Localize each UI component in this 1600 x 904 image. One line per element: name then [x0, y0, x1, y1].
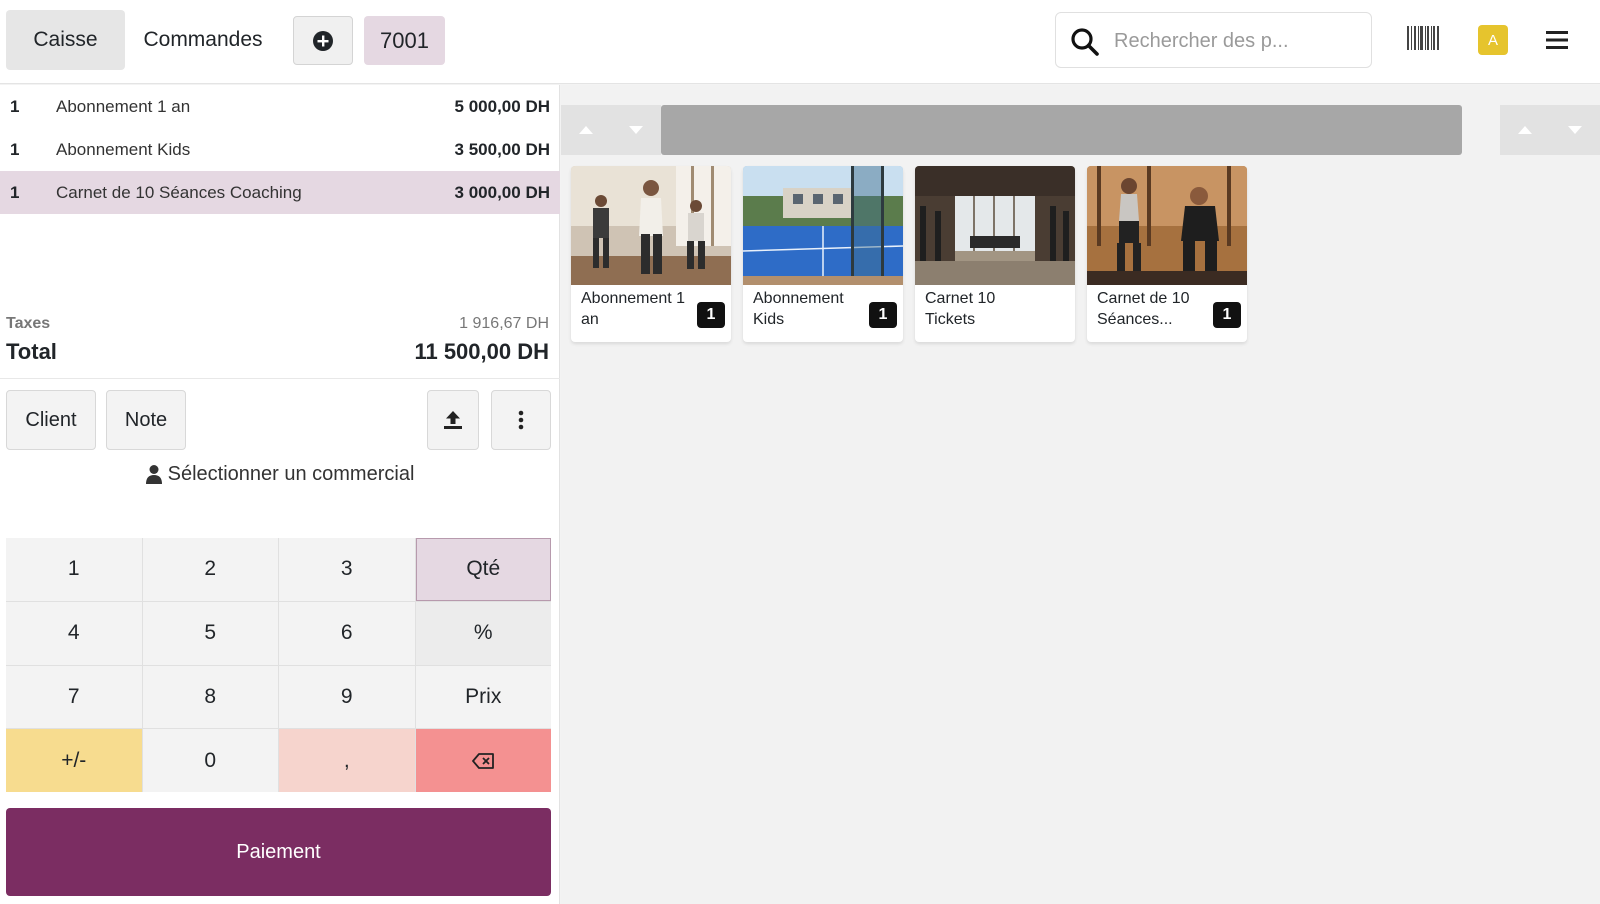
numpad: 1 2 3 Qté 4 5 6 % 7 8 9 Prix +/- 0 , [6, 538, 551, 792]
top-navbar: Caisse Commandes 7001 A [0, 0, 1600, 84]
product-image [743, 166, 903, 285]
numpad-mode-price[interactable]: Prix [415, 665, 551, 729]
product-panel: Abonnement 1 an 1 Abonnement Kids 1 Carn… [561, 85, 1600, 904]
salesman-label: Sélectionner un commercial [167, 462, 415, 485]
upload-icon [444, 411, 462, 429]
numpad-key-9[interactable]: 9 [279, 665, 415, 729]
search-icon [1071, 28, 1099, 56]
backspace-icon [472, 752, 495, 769]
scroll-up-button-right[interactable] [1500, 105, 1550, 155]
taxes-value: 1 916,67 DH [459, 315, 549, 332]
more-actions-button[interactable] [491, 390, 551, 450]
product-name: Carnet 10 Tickets [925, 290, 996, 328]
order-line-name: Abonnement 1 an [56, 96, 191, 116]
scroll-down-button-right[interactable] [1550, 105, 1600, 155]
caret-up-icon [1518, 126, 1532, 134]
product-name: Abonnement Kids [753, 290, 844, 328]
caret-down-icon [1568, 126, 1582, 134]
numpad-key-3[interactable]: 3 [279, 538, 415, 601]
order-line[interactable]: 1 Abonnement Kids 3 500,00 DH [0, 128, 560, 171]
user-avatar[interactable]: A [1478, 25, 1508, 55]
order-line-qty: 1 [10, 139, 20, 159]
numpad-key-2[interactable]: 2 [142, 538, 278, 601]
order-line-price: 3 500,00 DH [454, 139, 550, 159]
product-qty-badge: 1 [697, 302, 725, 328]
order-line-price: 5 000,00 DH [454, 96, 550, 116]
numpad-key-7[interactable]: 7 [6, 665, 142, 729]
product-qty-badge: 1 [1213, 302, 1241, 328]
hamburger-menu-icon[interactable] [1546, 30, 1568, 50]
caret-up-icon [579, 126, 593, 134]
note-button[interactable]: Note [106, 390, 186, 450]
product-card[interactable]: Carnet 10 Tickets [915, 166, 1075, 342]
product-search-box[interactable] [1055, 12, 1372, 68]
order-line-name: Abonnement Kids [56, 139, 191, 159]
category-scroll-bar [561, 105, 1600, 155]
order-line-name: Carnet de 10 Séances Coaching [56, 182, 302, 202]
total-label: Total [6, 339, 57, 364]
product-image [1087, 166, 1247, 285]
plus-circle-icon [313, 30, 333, 51]
select-salesman-button[interactable]: Sélectionner un commercial [0, 459, 560, 489]
product-image [571, 166, 731, 285]
product-name: Abonnement 1 an [581, 290, 686, 328]
new-order-button[interactable] [293, 16, 353, 65]
numpad-key-6[interactable]: 6 [279, 601, 415, 665]
product-image [915, 166, 1075, 285]
scroll-up-button[interactable] [561, 105, 611, 155]
caret-down-icon [629, 126, 643, 134]
product-card[interactable]: Abonnement 1 an 1 [571, 166, 731, 342]
numpad-key-8[interactable]: 8 [142, 665, 278, 729]
scroll-down-button[interactable] [611, 105, 661, 155]
product-name: Carnet de 10 Séances... [1097, 290, 1190, 328]
numpad-key-5[interactable]: 5 [142, 601, 278, 665]
numpad-key-4[interactable]: 4 [6, 601, 142, 665]
numpad-key-0[interactable]: 0 [142, 729, 278, 792]
order-panel: 1 Abonnement 1 an 5 000,00 DH 1 Abonneme… [0, 85, 560, 904]
taxes-label: Taxes [6, 315, 51, 332]
payment-button[interactable]: Paiement [6, 808, 551, 896]
order-line-qty: 1 [10, 96, 20, 116]
category-scrollbar[interactable] [661, 105, 1462, 155]
divider [0, 378, 560, 379]
upload-button[interactable] [427, 390, 479, 450]
vertical-dots-icon [518, 410, 524, 430]
product-qty-badge: 1 [869, 302, 897, 328]
order-line-price: 3 000,00 DH [454, 182, 550, 202]
numpad-key-comma[interactable]: , [279, 729, 415, 792]
order-line[interactable]: 1 Abonnement 1 an 5 000,00 DH [0, 85, 560, 128]
product-card[interactable]: Abonnement Kids 1 [743, 166, 903, 342]
current-order-tab[interactable]: 7001 [364, 16, 445, 65]
product-card[interactable]: Carnet de 10 Séances... 1 [1087, 166, 1247, 342]
user-icon [145, 465, 162, 484]
search-input[interactable] [1114, 23, 1359, 59]
numpad-sign-toggle[interactable]: +/- [6, 729, 142, 792]
total-value: 11 500,00 DH [414, 339, 549, 364]
order-line-selected[interactable]: 1 Carnet de 10 Séances Coaching 3 000,00… [0, 171, 560, 214]
numpad-backspace[interactable] [415, 729, 551, 792]
tab-commandes[interactable]: Commandes [128, 10, 278, 70]
barcode-icon[interactable] [1407, 26, 1439, 50]
order-line-qty: 1 [10, 182, 20, 202]
client-button[interactable]: Client [6, 390, 96, 450]
numpad-mode-discount[interactable]: % [415, 601, 551, 665]
numpad-mode-quantity[interactable]: Qté [415, 538, 551, 601]
tab-caisse[interactable]: Caisse [6, 10, 125, 70]
numpad-key-1[interactable]: 1 [6, 538, 142, 601]
